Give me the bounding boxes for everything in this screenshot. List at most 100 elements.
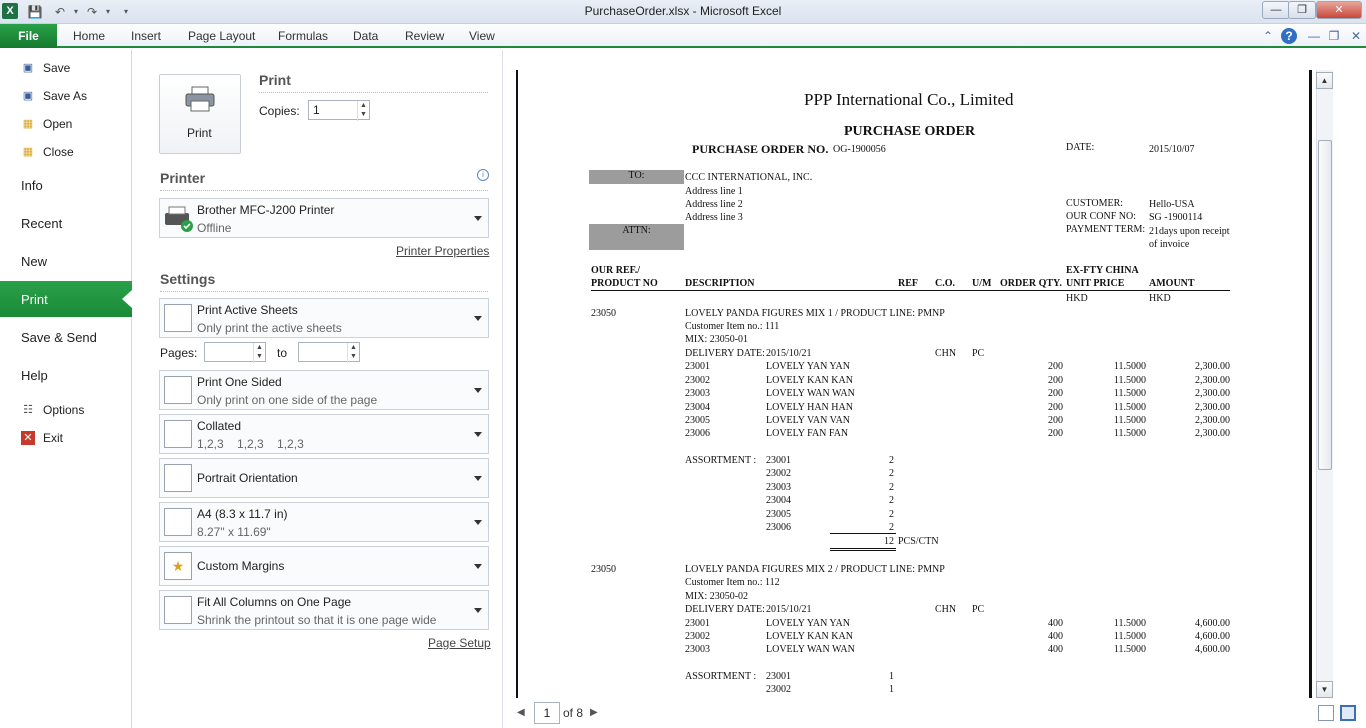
next-page-icon[interactable]: ▶ [590, 707, 598, 718]
payment-value: 21days upon receipt [1149, 226, 1230, 237]
line-price: 11.5000 [1113, 415, 1146, 426]
col-ref: REF [898, 278, 918, 289]
line-amount: 4,600.00 [1195, 618, 1230, 629]
nav-new[interactable]: New [21, 254, 47, 269]
chevron-down-icon [474, 608, 482, 613]
line-code: 23006 [685, 428, 710, 439]
zoom-to-page-icon[interactable] [1340, 705, 1356, 721]
country-of-origin: CHN [935, 348, 957, 359]
item-description: LOVELY PANDA FIGURES MIX 1 / PRODUCT LIN… [685, 308, 945, 319]
help-icon[interactable]: ? [1281, 28, 1297, 44]
nav-recent[interactable]: Recent [21, 216, 62, 231]
workbook-restore-icon[interactable]: ❐ [1326, 28, 1342, 44]
scrollbar-thumb[interactable] [1318, 140, 1332, 470]
nav-info[interactable]: Info [21, 178, 43, 193]
pages-from-stepper[interactable]: ▲ ▼ [204, 342, 266, 363]
workbook-minimize-icon[interactable]: — [1306, 28, 1322, 44]
scroll-up-icon[interactable]: ▲ [1316, 72, 1333, 89]
minimize-ribbon-icon[interactable]: ⌃ [1260, 28, 1276, 44]
scroll-down-icon[interactable]: ▼ [1316, 681, 1333, 698]
tab-file[interactable]: File [0, 24, 57, 48]
minimize-button[interactable]: — [1262, 1, 1290, 19]
tab-insert[interactable]: Insert [131, 29, 161, 43]
spin-arrows-icon[interactable]: ▲ ▼ [357, 101, 369, 121]
page-setup-link[interactable]: Page Setup [428, 636, 491, 650]
line-price: 11.5000 [1113, 388, 1146, 399]
tab-page-layout[interactable]: Page Layout [188, 29, 255, 43]
close-folder-icon: ▦ [22, 146, 34, 158]
printer-icon [185, 86, 215, 112]
item-description: LOVELY PANDA FIGURES MIX 2 / PRODUCT LIN… [685, 564, 945, 575]
line-qty: 200 [1048, 388, 1063, 399]
dropdown-orientation[interactable]: Portrait Orientation [159, 458, 489, 498]
cmd-options[interactable]: Options [43, 403, 84, 417]
nav-print[interactable] [0, 281, 132, 317]
line-code: 23004 [685, 402, 710, 413]
copies-stepper[interactable]: 1 ▲ ▼ [308, 100, 370, 121]
save-as-icon: ▣ [22, 90, 34, 102]
tab-view[interactable]: View [469, 29, 495, 43]
dropdown-collation[interactable]: Collated 1,2,3 1,2,3 1,2,3 [159, 414, 489, 454]
line-name: LOVELY YAN YAN [766, 618, 850, 629]
document-title: PURCHASE ORDER [844, 124, 976, 139]
line-qty: 400 [1048, 618, 1063, 629]
dropdown-paper-size[interactable]: A4 (8.3 x 11.7 in) 8.27" x 11.69" [159, 502, 489, 542]
save-icon: ▣ [22, 62, 34, 74]
spin-arrows-icon[interactable]: ▲ ▼ [253, 343, 265, 363]
line-amount: 2,300.00 [1195, 415, 1230, 426]
nav-save-send[interactable]: Save & Send [21, 330, 97, 345]
cmd-exit[interactable]: Exit [43, 431, 63, 445]
printer-dropdown[interactable]: Brother MFC-J200 Printer Offline [159, 198, 489, 238]
tab-review[interactable]: Review [405, 29, 444, 43]
line-name: LOVELY YAN YAN [766, 361, 850, 372]
chevron-down-icon [474, 388, 482, 393]
one-sided-icon [164, 376, 192, 404]
delivery-label: DELIVERY DATE: [685, 604, 765, 615]
cmd-save-as[interactable]: Save As [43, 89, 87, 103]
line-name: LOVELY WAN WAN [766, 388, 855, 399]
cmd-close[interactable]: Close [43, 145, 74, 159]
line-qty: 200 [1048, 402, 1063, 413]
printer-properties-link[interactable]: Printer Properties [396, 244, 489, 258]
tab-home[interactable]: Home [73, 29, 105, 43]
header-rule [591, 290, 1230, 291]
pages-to-stepper[interactable]: ▲ ▼ [298, 342, 360, 363]
dropdown-sides[interactable]: Print One Sided Only print on one side o… [159, 370, 489, 410]
dropdown-scaling[interactable]: Fit All Columns on One Page Shrink the p… [159, 590, 489, 630]
cmd-open[interactable]: Open [43, 117, 72, 131]
dropdown-margins[interactable]: ★ Custom Margins [159, 546, 489, 586]
portrait-icon [164, 464, 192, 492]
line-code: 23001 [685, 361, 710, 372]
assortment-code: 23001 [766, 455, 791, 466]
to-name: CCC INTERNATIONAL, INC. [685, 172, 813, 183]
assortment-qty: 2 [889, 522, 894, 533]
restore-button[interactable]: ❐ [1288, 1, 1316, 19]
dropdown-print-what[interactable]: Print Active Sheets Only print the activ… [159, 298, 489, 338]
cmd-save[interactable]: Save [43, 61, 70, 75]
tab-formulas[interactable]: Formulas [278, 29, 328, 43]
country-of-origin: CHN [935, 604, 957, 615]
assortment-qty: 2 [889, 468, 894, 479]
spin-arrows-icon[interactable]: ▲ ▼ [347, 343, 359, 363]
assortment-code: 23006 [766, 522, 791, 533]
show-margins-icon[interactable] [1318, 705, 1334, 721]
workbook-close-icon[interactable]: ✕ [1348, 28, 1364, 44]
chevron-down-icon [474, 520, 482, 525]
line-name: LOVELY HAN HAN [766, 402, 853, 413]
close-button[interactable]: ✕ [1316, 1, 1362, 19]
customer-item: Customer Item no.: 111 [685, 321, 780, 332]
col-order-qty: ORDER QTY. [1000, 278, 1062, 289]
po-number: OG-1900056 [833, 144, 886, 155]
conf-value: SG -1900114 [1149, 212, 1203, 223]
prev-page-icon[interactable]: ◀ [517, 707, 525, 718]
nav-help[interactable]: Help [21, 368, 48, 383]
chevron-down-icon [474, 432, 482, 437]
info-icon[interactable]: i [477, 169, 489, 181]
assortment-total-unit: PCS/CTN [898, 536, 939, 547]
customer-item: Customer Item no.: 112 [685, 577, 780, 588]
page-number-input[interactable]: 1 [534, 702, 560, 724]
assortment-code: 23001 [766, 671, 791, 682]
tab-data[interactable]: Data [353, 29, 378, 43]
customer-value: Hello-USA [1149, 199, 1195, 210]
assortment-qty: 2 [889, 495, 894, 506]
